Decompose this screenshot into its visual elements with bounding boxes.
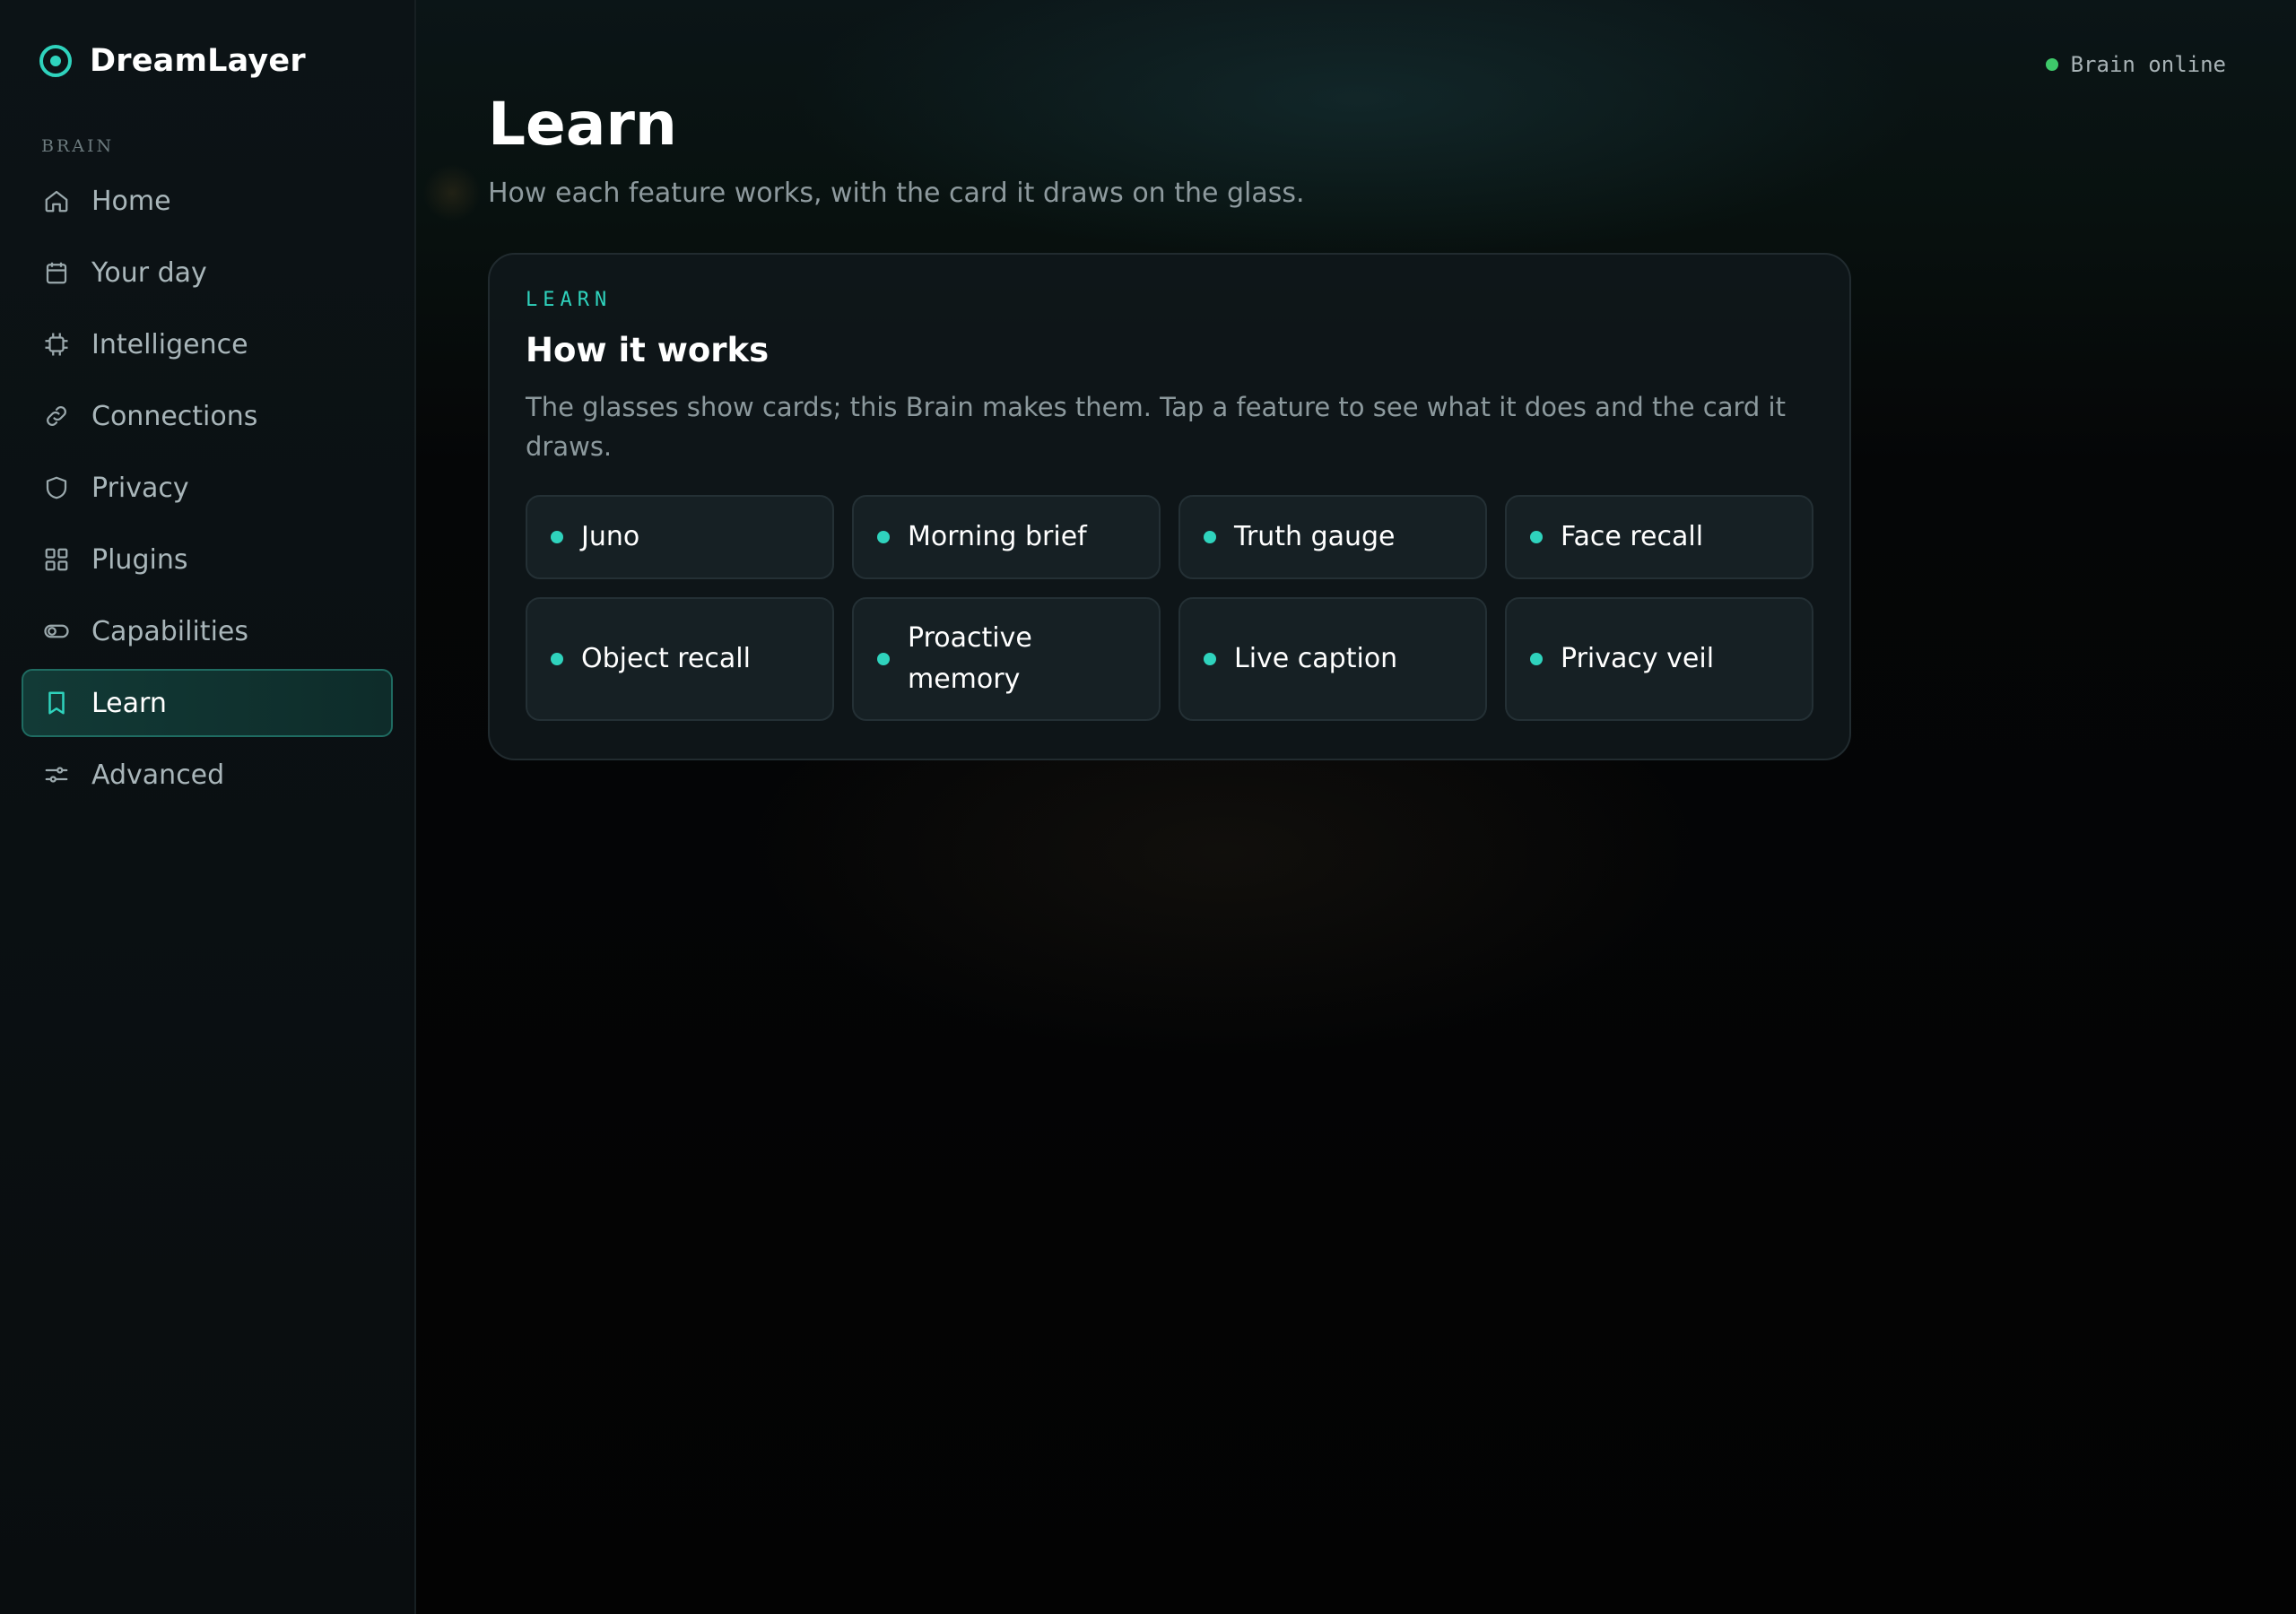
sidebar-item-label: Connections bbox=[91, 400, 258, 432]
sidebar-item-your-day[interactable]: Your day bbox=[22, 239, 393, 307]
card-eyebrow: LEARN bbox=[526, 289, 613, 311]
sidebar-item-label: Your day bbox=[91, 256, 207, 289]
sidebar-section-label: BRAIN bbox=[41, 136, 115, 156]
status-label: Brain online bbox=[2070, 52, 2226, 77]
link-icon bbox=[47, 406, 66, 426]
sidebar-nav: Home Your day Intelligence Connections P… bbox=[22, 167, 393, 812]
page-title: Learn bbox=[488, 90, 677, 159]
sidebar-item-capabilities[interactable]: Capabilities bbox=[22, 597, 393, 665]
feature-dot-icon bbox=[877, 653, 890, 665]
sidebar-item-label: Privacy bbox=[91, 472, 189, 504]
feature-dot-icon bbox=[1204, 653, 1216, 665]
brand[interactable]: DreamLayer bbox=[39, 43, 306, 79]
sliders-icon bbox=[45, 767, 68, 783]
feature-face-recall-button[interactable]: Face recall bbox=[1505, 495, 1813, 579]
sidebar-item-advanced[interactable]: Advanced bbox=[22, 741, 393, 809]
brand-name: DreamLayer bbox=[90, 43, 306, 79]
sidebar-item-connections[interactable]: Connections bbox=[22, 382, 393, 450]
status-dot-icon bbox=[2045, 58, 2058, 71]
feature-label: Live caption bbox=[1234, 643, 1398, 674]
background-image bbox=[416, 0, 2296, 1614]
feature-privacy-veil-button[interactable]: Privacy veil bbox=[1505, 597, 1813, 721]
feature-dot-icon bbox=[877, 531, 890, 543]
card-description: The glasses show cards; this Brain makes… bbox=[526, 392, 1786, 462]
feature-proactive-memory-button[interactable]: Proactive memory bbox=[852, 597, 1161, 721]
feature-dot-icon bbox=[551, 653, 563, 665]
sidebar-item-intelligence[interactable]: Intelligence bbox=[22, 310, 393, 378]
sidebar-item-label: Learn bbox=[91, 687, 167, 719]
feature-label: Privacy veil bbox=[1561, 643, 1715, 674]
feature-label: Proactive memory bbox=[908, 622, 1032, 695]
feature-label: Object recall bbox=[581, 643, 751, 674]
feature-label: Face recall bbox=[1561, 521, 1704, 552]
sidebar-item-label: Intelligence bbox=[91, 328, 248, 360]
sidebar-item-label: Home bbox=[91, 185, 171, 217]
calendar-icon bbox=[46, 262, 67, 284]
feature-truth-gauge-button[interactable]: Truth gauge bbox=[1178, 495, 1487, 579]
feature-live-caption-button[interactable]: Live caption bbox=[1178, 597, 1487, 721]
home-icon bbox=[45, 190, 68, 213]
card-title: How it works bbox=[526, 331, 770, 369]
toggle-icon bbox=[44, 624, 69, 638]
brand-logo-icon bbox=[39, 45, 72, 77]
feature-dot-icon bbox=[1204, 531, 1216, 543]
brain-status: Brain online bbox=[2045, 52, 2226, 77]
feature-juno-button[interactable]: Juno bbox=[526, 495, 834, 579]
feature-dot-icon bbox=[1530, 653, 1543, 665]
sidebar-item-label: Capabilities bbox=[91, 615, 248, 647]
feature-label: Truth gauge bbox=[1234, 521, 1396, 552]
sidebar-item-label: Advanced bbox=[91, 759, 225, 791]
grid-icon bbox=[45, 548, 68, 571]
page-subtitle: How each feature works, with the card it… bbox=[488, 178, 1305, 209]
sidebar-item-home[interactable]: Home bbox=[22, 167, 393, 235]
feature-label: Juno bbox=[581, 521, 640, 552]
feature-label: Morning brief bbox=[908, 521, 1087, 552]
sidebar-item-label: Plugins bbox=[91, 543, 188, 576]
how-it-works-card: LEARN How it works The glasses show card… bbox=[488, 253, 1851, 760]
sidebar-item-learn[interactable]: Learn bbox=[22, 669, 393, 737]
sidebar-item-plugins[interactable]: Plugins bbox=[22, 525, 393, 594]
chip-icon bbox=[45, 333, 68, 356]
feature-dot-icon bbox=[551, 531, 563, 543]
book-icon bbox=[48, 691, 65, 715]
sidebar: DreamLayer BRAIN Home Your day Intellige… bbox=[0, 0, 416, 1614]
feature-object-recall-button[interactable]: Object recall bbox=[526, 597, 834, 721]
sidebar-item-privacy[interactable]: Privacy bbox=[22, 454, 393, 522]
feature-dot-icon bbox=[1530, 531, 1543, 543]
feature-morning-brief-button[interactable]: Morning brief bbox=[852, 495, 1161, 579]
shield-icon bbox=[46, 476, 67, 499]
feature-grid: Juno Morning brief Truth gauge Face reca… bbox=[526, 495, 1813, 721]
